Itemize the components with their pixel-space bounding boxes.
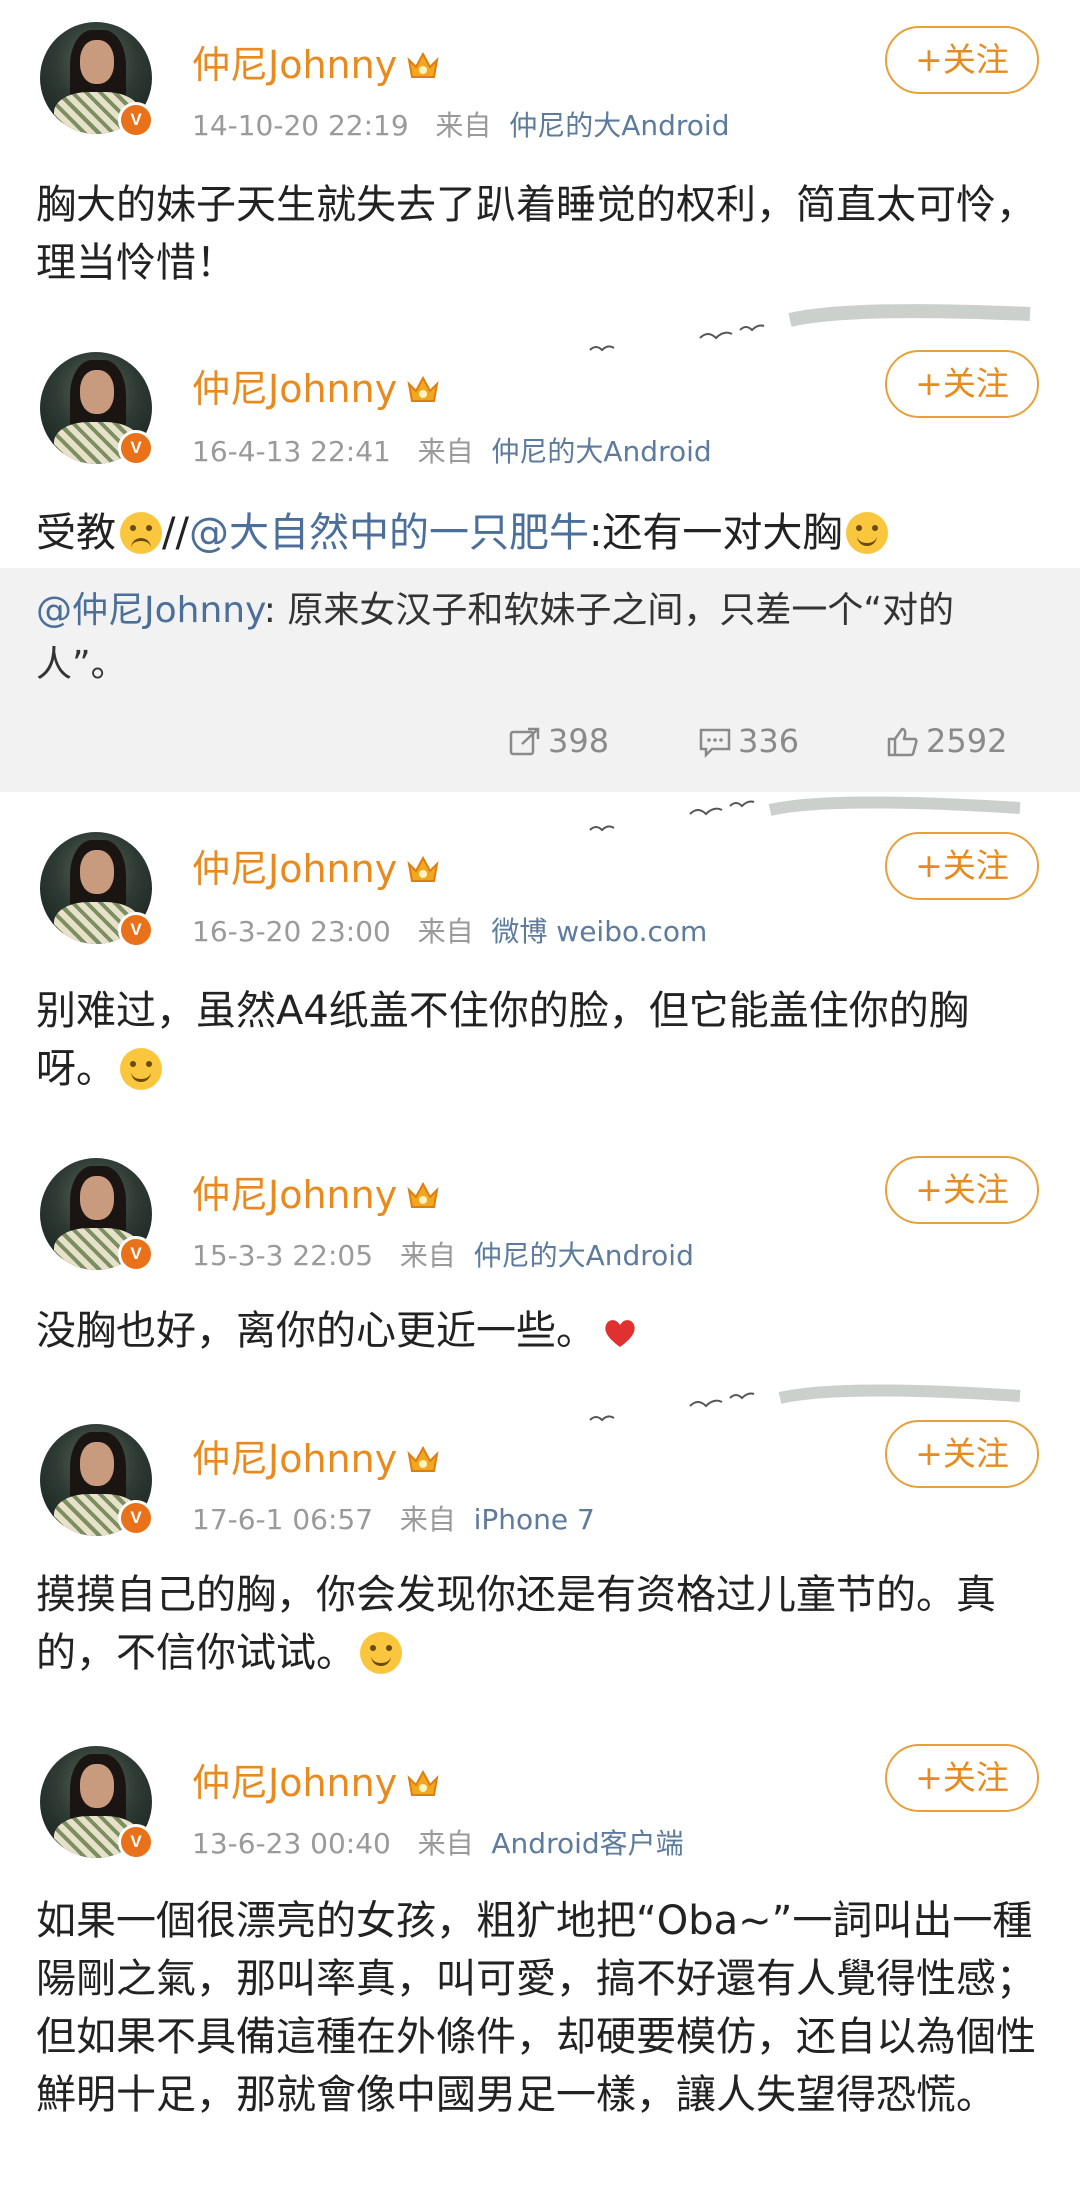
- post-text: 别难过，虽然A4纸盖不住你的脸，但它能盖住你的胸呀。: [36, 988, 969, 1092]
- verified-v-icon: V: [118, 430, 154, 466]
- post-meta: 16-4-13 22:41 来自 仲尼的大Android: [192, 435, 712, 468]
- user-name[interactable]: 仲尼Johnny: [192, 1164, 441, 1219]
- post-source[interactable]: 微博 weibo.com: [491, 915, 707, 948]
- post-source[interactable]: 仲尼的大Android: [509, 109, 729, 142]
- post-text: 如果一個很漂亮的女孩，粗犷地把“Oba~”一詞叫出一種陽剛之氣，那叫率真，叫可愛…: [36, 1898, 1036, 2118]
- post-text: 没胸也好，离你的心更近一些。: [36, 1302, 1046, 1360]
- post-meta: 15-3-3 22:05 来自 仲尼的大Android: [192, 1239, 694, 1272]
- like-count[interactable]: 2592: [886, 722, 1007, 760]
- post-source[interactable]: Android客户端: [491, 1827, 683, 1860]
- post-meta: 16-3-20 23:00 来自 微博 weibo.com: [192, 915, 708, 948]
- follow-button[interactable]: +关注: [885, 1420, 1039, 1488]
- repost-text: @仲尼Johnny: 原来女汉子和软妹子之间，只差一个“对的人”。: [36, 590, 955, 685]
- crown-badge-icon: [405, 1765, 441, 1797]
- follow-button[interactable]: +关注: [885, 832, 1039, 900]
- verified-v-icon: V: [118, 1824, 154, 1860]
- follow-button[interactable]: +关注: [885, 1744, 1039, 1812]
- post-source[interactable]: iPhone 7: [474, 1503, 595, 1536]
- user-name[interactable]: 仲尼Johnny: [192, 1428, 441, 1483]
- smile-emoji-icon: [846, 512, 889, 554]
- mention-link[interactable]: @大自然中的一只肥牛: [189, 510, 589, 556]
- repost-count[interactable]: 398: [508, 722, 609, 760]
- user-name[interactable]: 仲尼Johnny: [192, 34, 441, 89]
- verified-v-icon: V: [118, 102, 154, 138]
- repost-box[interactable]: @仲尼Johnny: 原来女汉子和软妹子之间，只差一个“对的人”。 398 33…: [0, 568, 1080, 792]
- crown-badge-icon: [405, 371, 441, 403]
- verified-v-icon: V: [118, 1500, 154, 1536]
- sad-emoji-icon: [120, 512, 162, 554]
- crown-badge-icon: [405, 1441, 441, 1473]
- crown-badge-icon: [405, 1177, 441, 1209]
- post-source[interactable]: 仲尼的大Android: [474, 1239, 694, 1272]
- post-meta: 17-6-1 06:57 来自 iPhone 7: [192, 1503, 595, 1536]
- post-meta: 13-6-23 00:40 来自 Android客户端: [192, 1827, 684, 1860]
- user-name[interactable]: 仲尼Johnny: [192, 838, 441, 893]
- smile-emoji-icon: [360, 1632, 402, 1674]
- smile-emoji-icon: [120, 1048, 162, 1090]
- follow-button[interactable]: +关注: [885, 1156, 1039, 1224]
- mention-link[interactable]: @仲尼Johnny: [36, 590, 264, 631]
- verified-v-icon: V: [118, 1236, 154, 1272]
- user-name[interactable]: 仲尼Johnny: [192, 358, 441, 413]
- user-name[interactable]: 仲尼Johnny: [192, 1752, 441, 1807]
- crown-badge-icon: [405, 47, 441, 79]
- post-text: 受教//@大自然中的一只肥牛:还有一对大胸: [36, 504, 1046, 562]
- comment-count[interactable]: 336: [698, 722, 799, 760]
- verified-v-icon: V: [118, 912, 154, 948]
- post-text: 摸摸自己的胸，你会发现你还是有资格过儿童节的。真的，不信你试试。: [36, 1572, 996, 1676]
- follow-button[interactable]: +关注: [885, 350, 1039, 418]
- post-meta: 14-10-20 22:19 来自 仲尼的大Android: [192, 109, 730, 142]
- post-text: 胸大的妹子天生就失去了趴着睡觉的权利，简直太可怜，理当怜惜！: [36, 182, 1036, 286]
- follow-button[interactable]: +关注: [885, 26, 1039, 94]
- comment-icon: [699, 728, 731, 759]
- heart-icon: [605, 1320, 635, 1347]
- repost-icon: [509, 727, 540, 756]
- crown-badge-icon: [405, 851, 441, 883]
- post-source[interactable]: 仲尼的大Android: [491, 435, 711, 468]
- like-icon: [887, 727, 918, 757]
